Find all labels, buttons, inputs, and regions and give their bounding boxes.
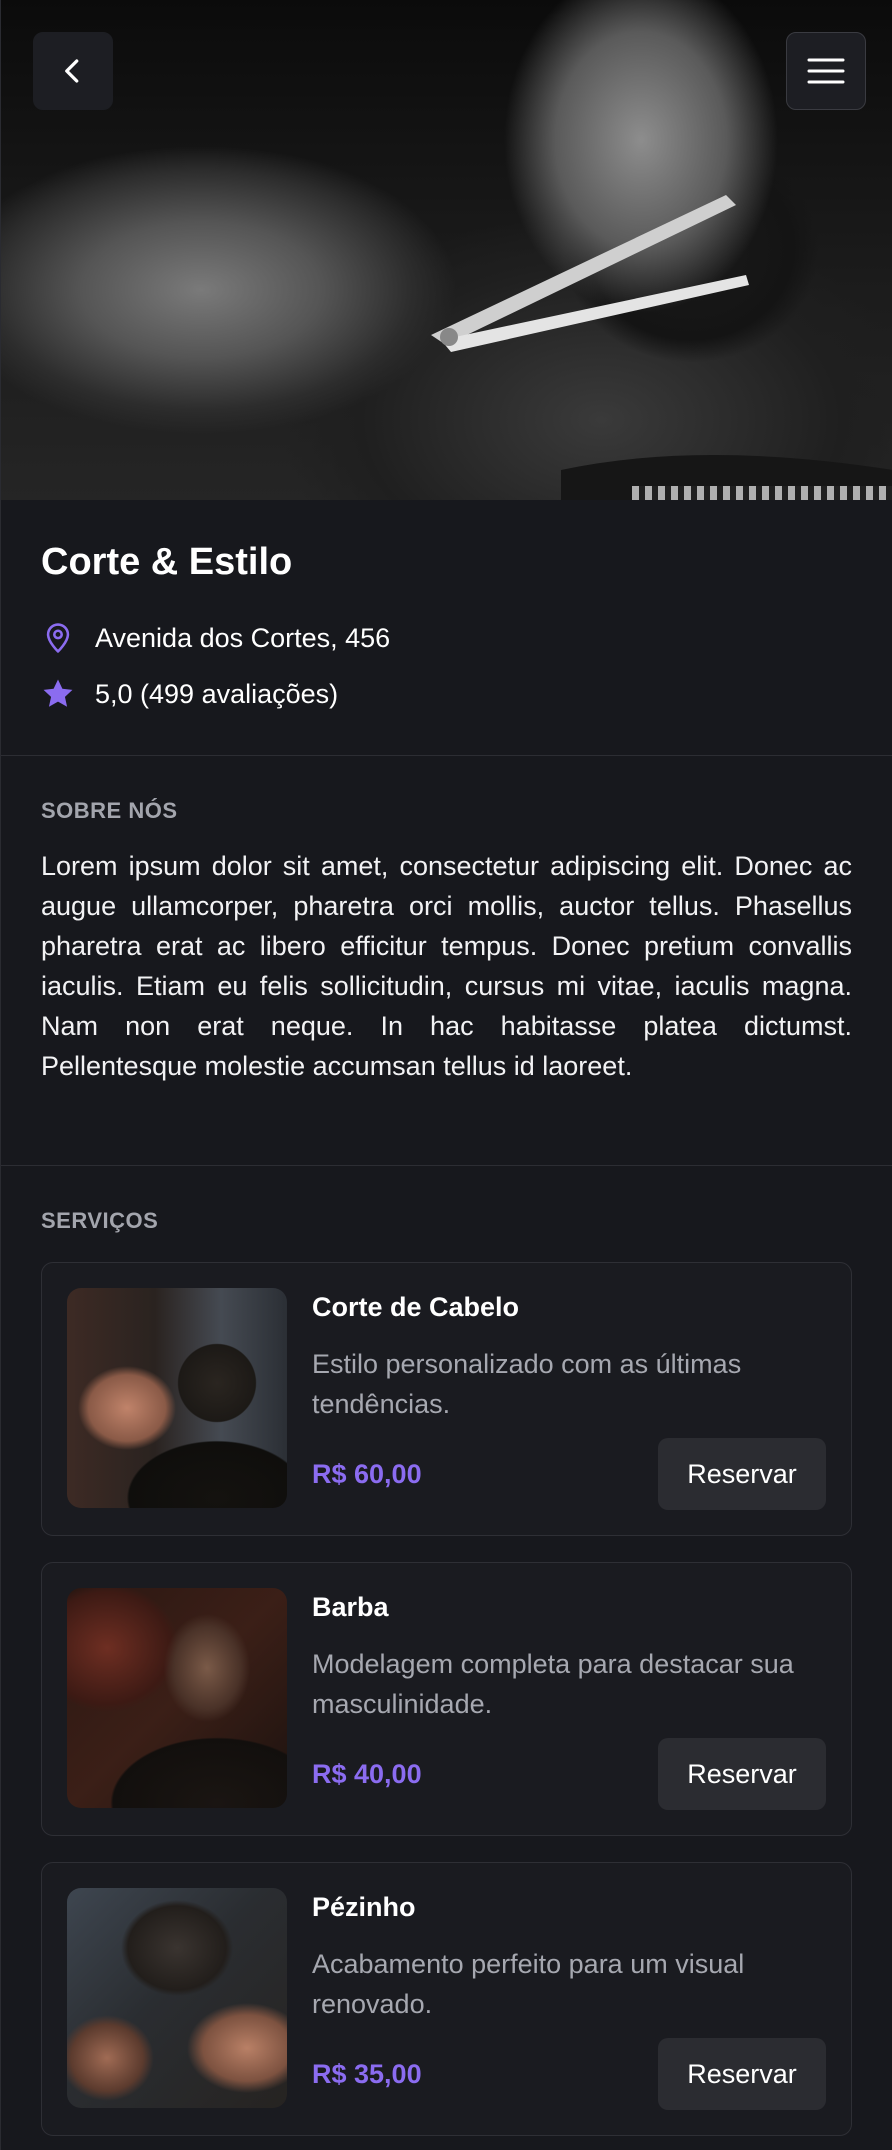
shop-address: Avenida dos Cortes, 456 — [95, 622, 391, 653]
shop-rating: 5,0 (499 avaliações) — [95, 678, 339, 709]
service-description: Estilo personalizado com as últimas tend… — [312, 1349, 742, 1419]
about-text: Lorem ipsum dolor sit amet, consectetur … — [41, 851, 852, 1081]
shop-name: Corte & Estilo — [41, 541, 293, 583]
services-heading: SERVIÇOS — [41, 1208, 159, 1233]
services-section: SERVIÇOS Corte de Cabelo Estilo personal… — [1, 1166, 892, 2136]
cape-stripes — [632, 486, 892, 500]
hero-banner-image — [1, 0, 892, 500]
star-icon — [43, 679, 73, 707]
about-section: SOBRE NÓS Lorem ipsum dolor sit amet, co… — [1, 756, 892, 1166]
hamburger-menu-icon — [807, 58, 845, 84]
service-name: Barba — [312, 1592, 389, 1622]
service-price: R$ 40,00 — [312, 1758, 422, 1789]
menu-button[interactable] — [786, 32, 866, 110]
about-heading: SOBRE NÓS — [41, 798, 178, 823]
barber-scissors-illustration — [431, 195, 892, 500]
barbershop-page: Corte & Estilo Avenida dos Cortes, 456 5… — [0, 0, 892, 2150]
service-card-corte-de-cabelo: Corte de Cabelo Estilo personalizado com… — [41, 1262, 852, 1536]
service-name: Pézinho — [312, 1892, 416, 1922]
map-pin-icon — [46, 623, 70, 653]
shop-rating-row: 5,0 (499 avaliações) — [41, 674, 852, 714]
reserve-button[interactable]: Reservar — [658, 1738, 826, 1810]
service-price: R$ 35,00 — [312, 2058, 422, 2089]
neckline-trim-photo — [67, 1888, 287, 2108]
beard-photo — [67, 1588, 287, 1808]
reserve-button[interactable]: Reservar — [658, 2038, 826, 2110]
shop-info: Corte & Estilo Avenida dos Cortes, 456 5… — [1, 500, 892, 756]
service-card-pezinho: Pézinho Acabamento perfeito para um visu… — [41, 1862, 852, 2136]
service-card-barba: Barba Modelagem completa para destacar s… — [41, 1562, 852, 1836]
service-description: Modelagem completa para destacar sua mas… — [312, 1649, 794, 1719]
haircut-photo — [67, 1288, 287, 1508]
back-button[interactable] — [33, 32, 113, 110]
reserve-button[interactable]: Reservar — [658, 1438, 826, 1510]
service-description: Acabamento perfeito para um visual renov… — [312, 1949, 745, 2019]
shop-address-row: Avenida dos Cortes, 456 — [41, 618, 852, 658]
service-name: Corte de Cabelo — [312, 1292, 520, 1322]
chevron-left-icon — [65, 59, 79, 83]
service-price: R$ 60,00 — [312, 1458, 422, 1489]
